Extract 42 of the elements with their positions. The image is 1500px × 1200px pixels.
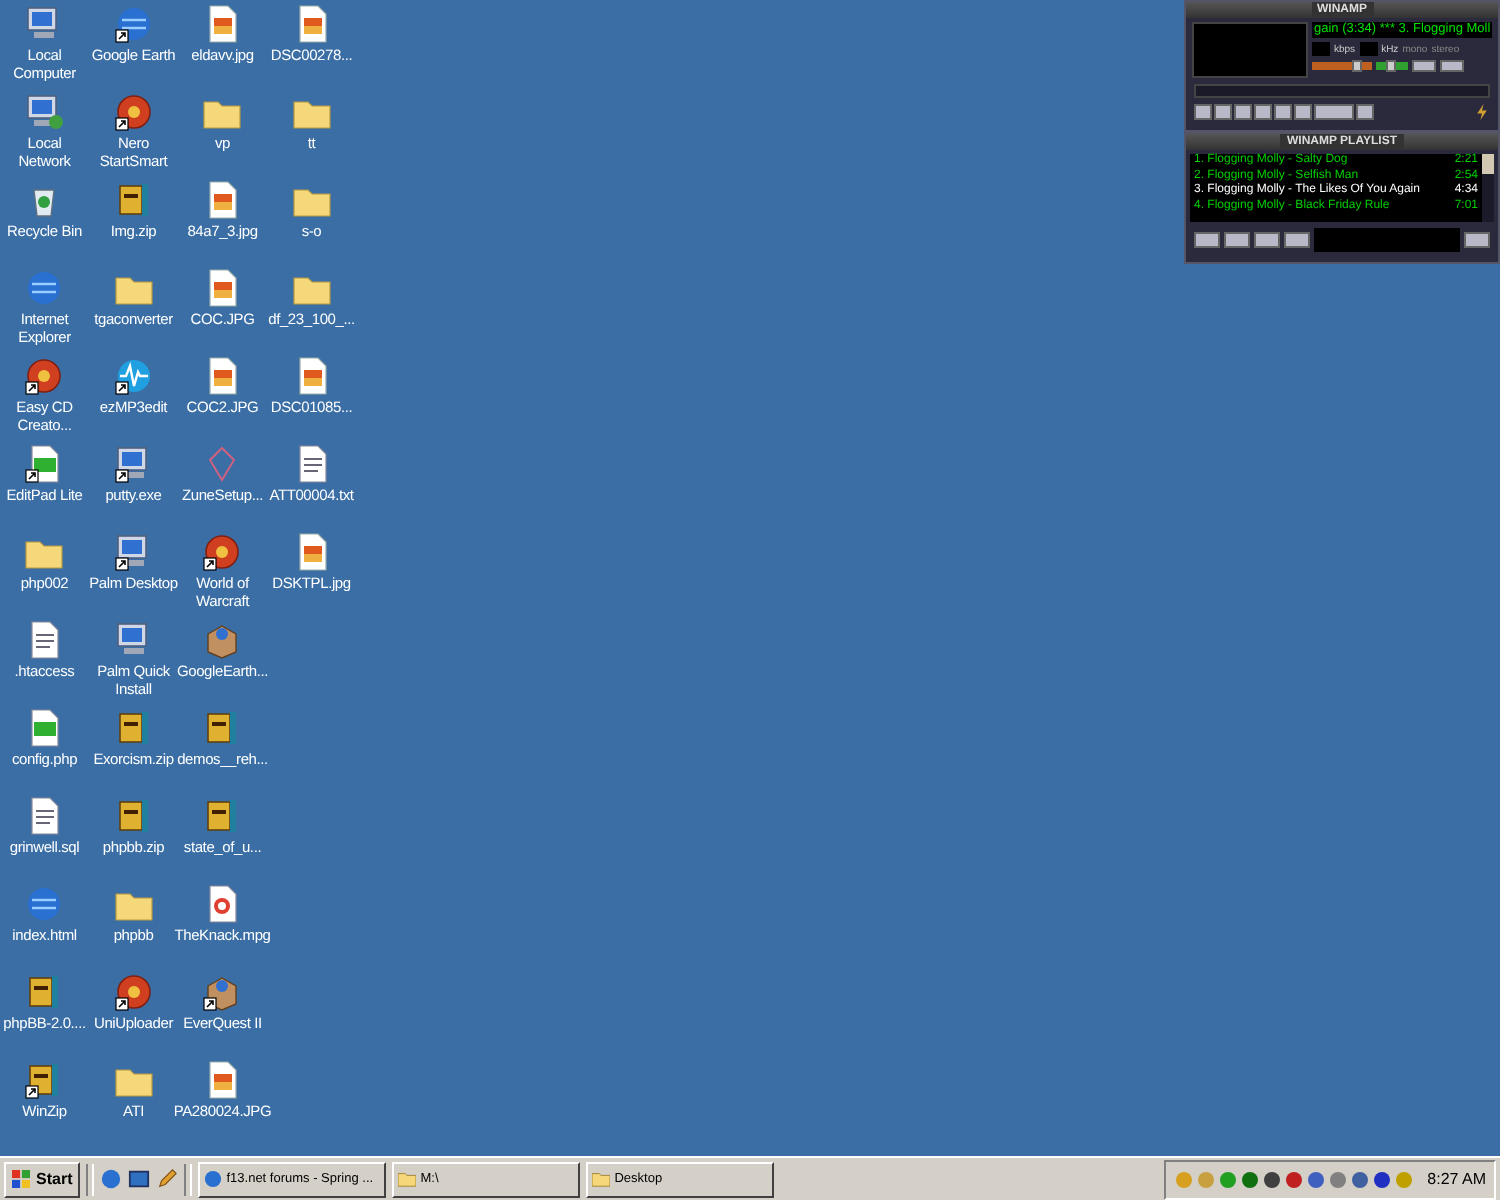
previous-button[interactable] (1194, 104, 1212, 120)
circle-icon[interactable] (1371, 1169, 1392, 1189)
folder-icon (398, 1170, 417, 1188)
lightning-icon[interactable] (1474, 104, 1490, 120)
stop-button[interactable] (1254, 104, 1272, 120)
equalizer-toggle[interactable] (1412, 60, 1436, 72)
network-computer-icon[interactable] (24, 92, 65, 132)
bitrate-display (1312, 42, 1330, 56)
clock: 8:27 AM (1427, 1170, 1486, 1188)
next-button[interactable] (1274, 104, 1292, 120)
shuffle-button[interactable] (1314, 104, 1354, 120)
archive-icon[interactable] (113, 796, 154, 836)
desktop-icon[interactable] (128, 1168, 151, 1190)
notepad-icon[interactable] (24, 444, 65, 484)
select-button[interactable] (1254, 232, 1280, 248)
circle-icon[interactable] (1283, 1169, 1304, 1189)
add-button[interactable] (1194, 232, 1220, 248)
archive-icon[interactable] (113, 180, 154, 220)
disc-icon[interactable] (113, 972, 154, 1012)
visualizer-display (1192, 22, 1308, 78)
misc-button[interactable] (1284, 232, 1310, 248)
archive-icon[interactable] (113, 708, 154, 748)
list-options-button[interactable] (1464, 232, 1490, 248)
windows-flag-icon (12, 1170, 30, 1188)
folder-icon (592, 1170, 611, 1188)
sample-rate-display (1359, 42, 1378, 56)
play-button[interactable] (1214, 104, 1232, 120)
wave-icon[interactable] (113, 356, 154, 396)
box-icon[interactable] (202, 972, 243, 1012)
start-button[interactable]: Start (4, 1161, 81, 1197)
disc-icon[interactable] (202, 532, 243, 572)
globe-icon[interactable] (113, 4, 154, 44)
remove-button[interactable] (1224, 232, 1250, 248)
pause-button[interactable] (1234, 104, 1252, 120)
disc-icon[interactable] (113, 92, 154, 132)
eject-button[interactable] (1294, 104, 1312, 120)
balance-slider[interactable] (1376, 62, 1408, 70)
volume-slider[interactable] (1312, 62, 1372, 70)
disc-icon[interactable] (24, 356, 65, 396)
repeat-button[interactable] (1356, 104, 1374, 120)
scrollbar-thumb[interactable] (1482, 154, 1494, 174)
playlist-toggle[interactable] (1440, 60, 1464, 72)
